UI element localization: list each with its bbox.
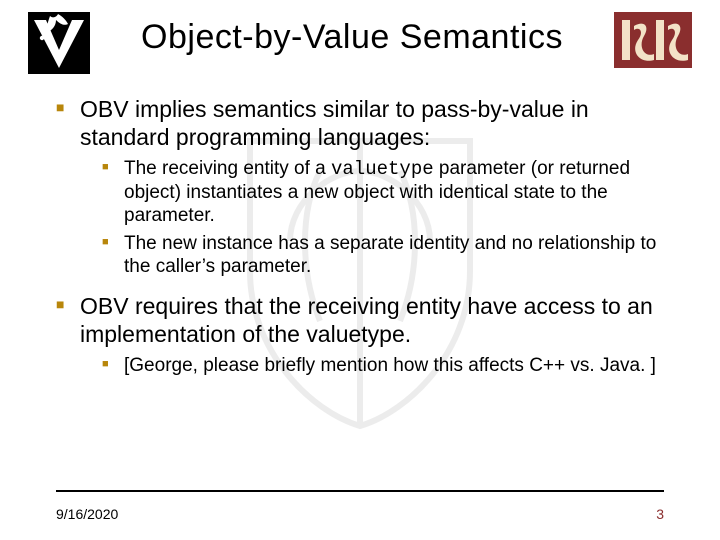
bullet-1-2: The new instance has a separate identity… <box>102 232 664 278</box>
page-number: 3 <box>656 506 664 522</box>
footer: 9/16/2020 3 <box>56 506 664 522</box>
content: OBV implies semantics similar to pass-by… <box>0 79 720 377</box>
bullet-2: OBV requires that the receiving entity h… <box>56 292 664 377</box>
isis-logo-icon <box>614 12 692 73</box>
bullet-1-text: OBV implies semantics similar to pass-by… <box>80 96 589 150</box>
bullet-1-1-code: valuetype <box>331 158 434 180</box>
bullet-2-1-text: [George, please briefly mention how this… <box>124 355 656 376</box>
bullet-1-2-text: The new instance has a separate identity… <box>124 233 656 277</box>
footer-rule <box>56 490 664 492</box>
vanderbilt-logo-icon <box>28 12 90 79</box>
footer-date: 9/16/2020 <box>56 506 118 522</box>
slide: Object-by-Value Semantics OBV implies se… <box>0 0 720 540</box>
bullet-2-sublist: [George, please briefly mention how this… <box>102 354 664 377</box>
bullet-1-1-text-a: The receiving entity of a <box>124 158 331 179</box>
bullet-1: OBV implies semantics similar to pass-by… <box>56 95 664 278</box>
bullet-1-1: The receiving entity of a valuetype para… <box>102 157 664 228</box>
bullet-2-1: [George, please briefly mention how this… <box>102 354 664 377</box>
bullet-2-text: OBV requires that the receiving entity h… <box>80 293 653 347</box>
slide-title: Object-by-Value Semantics <box>106 18 598 57</box>
bullet-list: OBV implies semantics similar to pass-by… <box>56 95 664 377</box>
bullet-1-sublist: The receiving entity of a valuetype para… <box>102 157 664 278</box>
header: Object-by-Value Semantics <box>0 0 720 79</box>
